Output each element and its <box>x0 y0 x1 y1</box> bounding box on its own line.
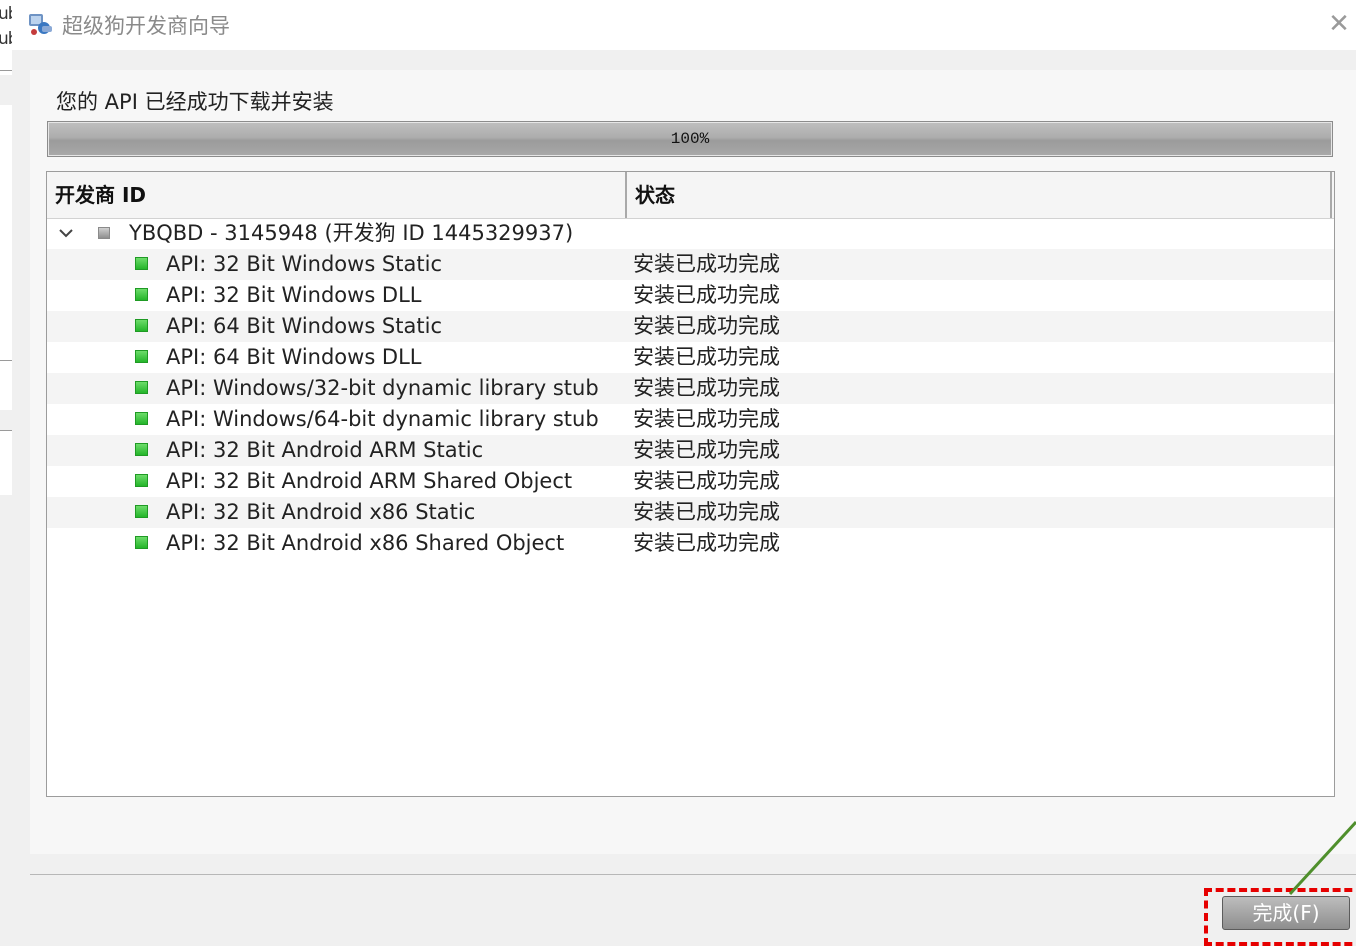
window-title: 超级狗开发商向导 <box>62 14 230 38</box>
background-text-fragment: ub <box>0 29 12 49</box>
title-bar: 超级狗开发商向导 ✕ <box>12 0 1356 50</box>
green-status-icon <box>135 474 148 487</box>
green-status-icon <box>135 319 148 332</box>
tree-item-row[interactable]: API: Windows/32-bit dynamic library stub… <box>47 373 1334 404</box>
api-name: API: 32 Bit Windows Static <box>166 252 442 276</box>
tree-item-row[interactable]: API: 32 Bit Windows Static 安装已成功完成 <box>47 249 1334 280</box>
background-divider <box>0 70 12 71</box>
tree-item-row[interactable]: API: 32 Bit Android x86 Shared Object 安装已… <box>47 528 1334 559</box>
close-button[interactable]: ✕ <box>1322 6 1356 42</box>
background-block <box>0 75 12 105</box>
tree-item-row[interactable]: API: Windows/64-bit dynamic library stub… <box>47 404 1334 435</box>
key-node-icon <box>98 227 110 239</box>
install-status: 安装已成功完成 <box>633 438 780 462</box>
tree-parent-row[interactable]: YBQBD - 3145948 (开发狗 ID 1445329937) <box>47 218 1334 249</box>
progress-bar: 100% <box>47 121 1333 157</box>
tree-item-row[interactable]: API: 32 Bit Android ARM Shared Object 安装已… <box>47 466 1334 497</box>
success-message: 您的 API 已经成功下载并安装 <box>56 90 334 114</box>
tree-item-row[interactable]: API: 32 Bit Android x86 Static 安装已成功完成 <box>47 497 1334 528</box>
green-status-icon <box>135 412 148 425</box>
api-name: API: Windows/64-bit dynamic library stub <box>166 407 599 431</box>
progress-label: 100% <box>670 130 710 148</box>
install-status: 安装已成功完成 <box>633 283 780 307</box>
green-status-icon <box>135 381 148 394</box>
install-status: 安装已成功完成 <box>633 314 780 338</box>
install-status: 安装已成功完成 <box>633 531 780 555</box>
chevron-down-icon[interactable] <box>58 222 74 244</box>
column-header-developer-id[interactable]: 开发商 ID <box>47 172 627 218</box>
install-status: 安装已成功完成 <box>633 407 780 431</box>
api-name: API: 32 Bit Android ARM Static <box>166 438 484 462</box>
install-status: 安装已成功完成 <box>633 252 780 276</box>
api-name: API: 32 Bit Android x86 Static <box>166 500 476 524</box>
superdog-wizard-icon <box>29 14 52 35</box>
tree-item-row[interactable]: API: 32 Bit Android ARM Static 安装已成功完成 <box>47 435 1334 466</box>
install-status: 安装已成功完成 <box>633 345 780 369</box>
background-window-strip: ub ub <box>0 0 12 944</box>
install-status: 安装已成功完成 <box>633 469 780 493</box>
background-divider <box>0 430 12 431</box>
green-status-icon <box>135 288 148 301</box>
developer-node-label: YBQBD - 3145948 (开发狗 ID 1445329937) <box>129 221 574 245</box>
background-text-fragment: ub <box>0 4 12 24</box>
background-block <box>0 495 12 944</box>
green-status-icon <box>135 257 148 270</box>
green-status-icon <box>135 443 148 456</box>
tree-item-row[interactable]: API: 32 Bit Windows DLL 安装已成功完成 <box>47 280 1334 311</box>
tree-item-row[interactable]: API: 64 Bit Windows Static 安装已成功完成 <box>47 311 1334 342</box>
green-status-icon <box>135 505 148 518</box>
pointer-arrow-icon <box>1288 820 1356 896</box>
green-status-icon <box>135 350 148 363</box>
green-status-icon <box>135 536 148 549</box>
background-block <box>0 410 12 430</box>
install-status: 安装已成功完成 <box>633 376 780 400</box>
footer-divider <box>30 874 1356 875</box>
tree-header: 开发商 ID 状态 <box>47 172 1334 219</box>
background-divider <box>0 360 12 361</box>
api-name: API: 64 Bit Windows DLL <box>166 345 422 369</box>
api-tree-view[interactable]: 开发商 ID 状态 YBQBD - 3145948 (开发狗 ID 144532… <box>46 171 1335 797</box>
api-name: API: 32 Bit Windows DLL <box>166 283 422 307</box>
api-name: API: 64 Bit Windows Static <box>166 314 442 338</box>
install-status: 安装已成功完成 <box>633 500 780 524</box>
tree-item-row[interactable]: API: 64 Bit Windows DLL 安装已成功完成 <box>47 342 1334 373</box>
api-name: API: 32 Bit Android x86 Shared Object <box>166 531 565 555</box>
column-header-status[interactable]: 状态 <box>627 172 1332 218</box>
api-name: API: 32 Bit Android ARM Shared Object <box>166 469 573 493</box>
api-name: API: Windows/32-bit dynamic library stub <box>166 376 599 400</box>
